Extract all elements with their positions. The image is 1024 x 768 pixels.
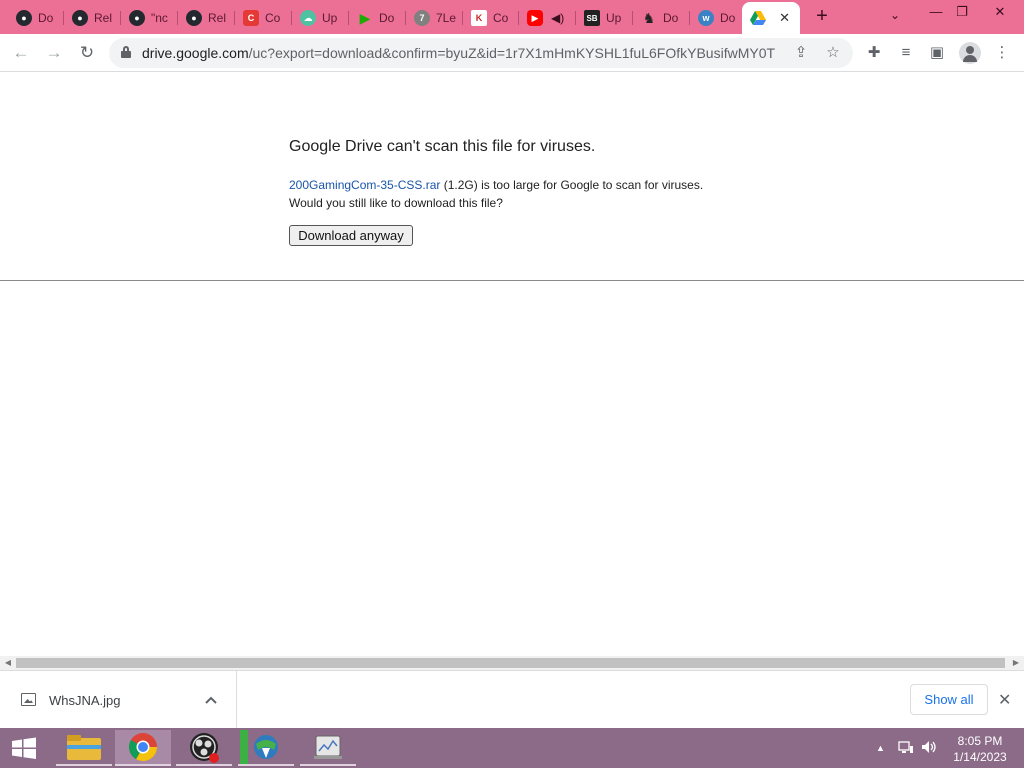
page-heading: Google Drive can't scan this file for vi…	[289, 138, 596, 155]
download-item[interactable]: WhsJNA.jpg	[0, 671, 237, 728]
scrollbar-thumb[interactable]	[16, 658, 1005, 668]
tab-strip: ● Do ● Rel ● "nc ● Rel C Co ☁ Up ▶ Do 7 …	[0, 0, 1024, 34]
restore-button[interactable]: ❐	[948, 2, 976, 22]
system-clock[interactable]: 8:05 PM 1/14/2023	[945, 733, 1015, 765]
scroll-left-icon[interactable]: ◀	[3, 658, 13, 668]
github-icon: ●	[16, 10, 32, 26]
tab-search-icon[interactable]: ⌄	[890, 8, 900, 22]
browser-window: ● Do ● Rel ● "nc ● Rel C Co ☁ Up ▶ Do 7 …	[0, 0, 1024, 768]
window-close-button[interactable]: ✕	[986, 2, 1014, 22]
chevron-up-icon[interactable]	[205, 692, 217, 707]
close-shelf-icon[interactable]: ✕	[998, 690, 1011, 710]
download-anyway-button[interactable]: Download anyway	[289, 225, 413, 246]
red-app-icon: C	[243, 10, 259, 26]
file-explorer-taskbar-icon[interactable]	[56, 730, 112, 766]
tab-2[interactable]: ● "nc	[121, 4, 178, 32]
show-all-button[interactable]: Show all	[910, 684, 988, 715]
volume-icon[interactable]	[921, 740, 937, 757]
reload-button[interactable]: ↻	[75, 41, 99, 65]
minimize-button[interactable]: —	[922, 2, 950, 22]
tab-label: Do	[663, 11, 679, 25]
file-size: (1.2G)	[440, 178, 478, 192]
sb-icon: SB	[584, 10, 600, 26]
k-icon: K	[471, 10, 487, 26]
tab-9[interactable]: ▶ ◀)	[519, 4, 576, 32]
forward-button[interactable]: →	[42, 41, 66, 65]
github-icon: ●	[129, 10, 145, 26]
page-content: Google Drive can't scan this file for vi…	[0, 72, 1024, 656]
tab-0[interactable]: ● Do	[8, 4, 64, 32]
network-icon[interactable]	[898, 740, 914, 757]
tab-label: Rel	[94, 11, 113, 25]
start-button[interactable]	[0, 728, 48, 768]
github-icon: ●	[72, 10, 88, 26]
show-hidden-icons-icon[interactable]: ▲	[876, 743, 885, 753]
tab-label: Do	[379, 11, 395, 25]
windows-taskbar: ▲ 8:05 PM 1/14/2023	[0, 728, 1024, 768]
image-file-icon	[21, 693, 36, 706]
download-file-name[interactable]: WhsJNA.jpg	[49, 693, 121, 708]
message-text: is too large for Google to scan for viru…	[477, 178, 704, 192]
tab-12[interactable]: w Do	[690, 4, 742, 32]
tab-11[interactable]: ♞ Do	[633, 4, 690, 32]
file-link[interactable]: 200GamingCom-35-CSS.rar	[289, 178, 440, 192]
tab-active[interactable]: ✕	[742, 2, 800, 34]
tab-7[interactable]: 7 7Le	[406, 4, 463, 32]
browser-toolbar: ← → ↻ drive.google.com/uc?export=downloa…	[0, 34, 1024, 72]
clock-date: 1/14/2023	[953, 750, 1007, 764]
clock-time: 8:05 PM	[957, 734, 1003, 748]
download-manager-taskbar-icon[interactable]	[238, 730, 294, 766]
warning-message: 200GamingCom-35-CSS.rar (1.2G) is too la…	[289, 176, 703, 212]
tab-label: Up	[322, 11, 338, 25]
tab-8[interactable]: K Co	[463, 4, 519, 32]
menu-icon[interactable]: ⋮	[992, 43, 1012, 63]
google-drive-icon	[750, 10, 766, 26]
tab-10[interactable]: SB Up	[576, 4, 633, 32]
tab-3[interactable]: ● Rel	[178, 4, 235, 32]
url-text[interactable]: drive.google.com/uc?export=download&conf…	[142, 45, 776, 61]
tab-label: "nc	[151, 11, 168, 25]
monitor-app-taskbar-icon[interactable]	[300, 730, 356, 766]
question-text: Would you still like to download this fi…	[289, 196, 503, 210]
grey-app-icon: 7	[414, 10, 430, 26]
windows-logo-icon	[12, 737, 36, 759]
horizontal-scrollbar[interactable]: ◀ ▶	[0, 656, 1024, 670]
new-tab-button[interactable]: +	[811, 5, 833, 27]
profile-avatar[interactable]	[959, 42, 981, 64]
play-icon: ▶	[359, 9, 371, 26]
side-panel-icon[interactable]: ▣	[927, 43, 947, 63]
lock-icon	[121, 46, 131, 58]
chess-icon: ♞	[642, 9, 656, 26]
tab-5[interactable]: ☁ Up	[292, 4, 349, 32]
tab-label: Co	[265, 11, 281, 25]
tab-label: Co	[493, 11, 509, 25]
tab-label: Up	[606, 11, 622, 25]
cloud-icon: ☁	[300, 10, 316, 26]
address-bar[interactable]: drive.google.com/uc?export=download&conf…	[109, 38, 853, 68]
tab-label: Rel	[208, 11, 227, 25]
chrome-taskbar-icon[interactable]	[115, 730, 171, 766]
audio-playing-icon: ◀)	[551, 11, 565, 25]
scroll-right-icon[interactable]: ▶	[1011, 658, 1021, 668]
obs-taskbar-icon[interactable]	[176, 730, 232, 766]
youtube-icon: ▶	[527, 10, 543, 26]
media-controls-icon[interactable]: ≡	[896, 43, 916, 63]
bookmark-star-icon[interactable]: ☆	[823, 43, 843, 63]
tab-close-icon[interactable]: ✕	[779, 10, 790, 26]
extensions-icon[interactable]: ✚	[864, 43, 884, 63]
github-icon: ●	[186, 10, 202, 26]
share-icon[interactable]: ⇪	[791, 43, 811, 63]
tab-label: Do	[38, 11, 54, 25]
tab-label: Do	[720, 11, 736, 25]
download-shelf: WhsJNA.jpg Show all ✕	[0, 670, 1024, 728]
divider	[0, 280, 1024, 281]
tab-6[interactable]: ▶ Do	[349, 4, 406, 32]
wp-icon: w	[698, 10, 714, 26]
back-button[interactable]: ←	[9, 41, 33, 65]
tab-label: 7Le	[436, 11, 457, 25]
tab-1[interactable]: ● Rel	[64, 4, 121, 32]
tab-4[interactable]: C Co	[235, 4, 292, 32]
